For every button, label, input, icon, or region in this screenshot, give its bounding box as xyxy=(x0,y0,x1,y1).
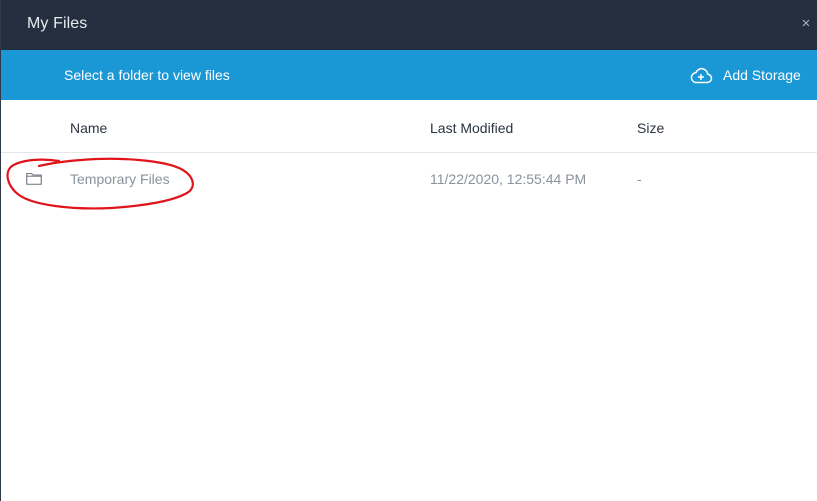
cloud-plus-icon xyxy=(689,64,713,86)
column-header-last-modified[interactable]: Last Modified xyxy=(430,119,513,137)
add-storage-button[interactable]: Add Storage xyxy=(689,62,801,88)
close-button[interactable]: × xyxy=(797,12,815,36)
column-header-size[interactable]: Size xyxy=(637,119,664,137)
table-header: Name Last Modified Size xyxy=(1,100,817,153)
action-bar: Select a folder to view files Add Storag… xyxy=(1,50,817,100)
folder-icon xyxy=(26,172,42,185)
file-name[interactable]: Temporary Files xyxy=(70,170,170,188)
size-value: - xyxy=(637,171,642,187)
my-files-dialog: My Files × Select a folder to view files… xyxy=(0,0,817,501)
column-header-name[interactable]: Name xyxy=(70,119,107,137)
title-bar: My Files × xyxy=(1,0,817,50)
add-storage-label: Add Storage xyxy=(723,67,801,83)
table-row[interactable]: Temporary Files 11/22/2020, 12:55:44 PM … xyxy=(1,155,817,201)
instruction-text: Select a folder to view files xyxy=(64,67,230,83)
dialog-title: My Files xyxy=(27,15,88,32)
last-modified-value: 11/22/2020, 12:55:44 PM xyxy=(430,171,587,187)
